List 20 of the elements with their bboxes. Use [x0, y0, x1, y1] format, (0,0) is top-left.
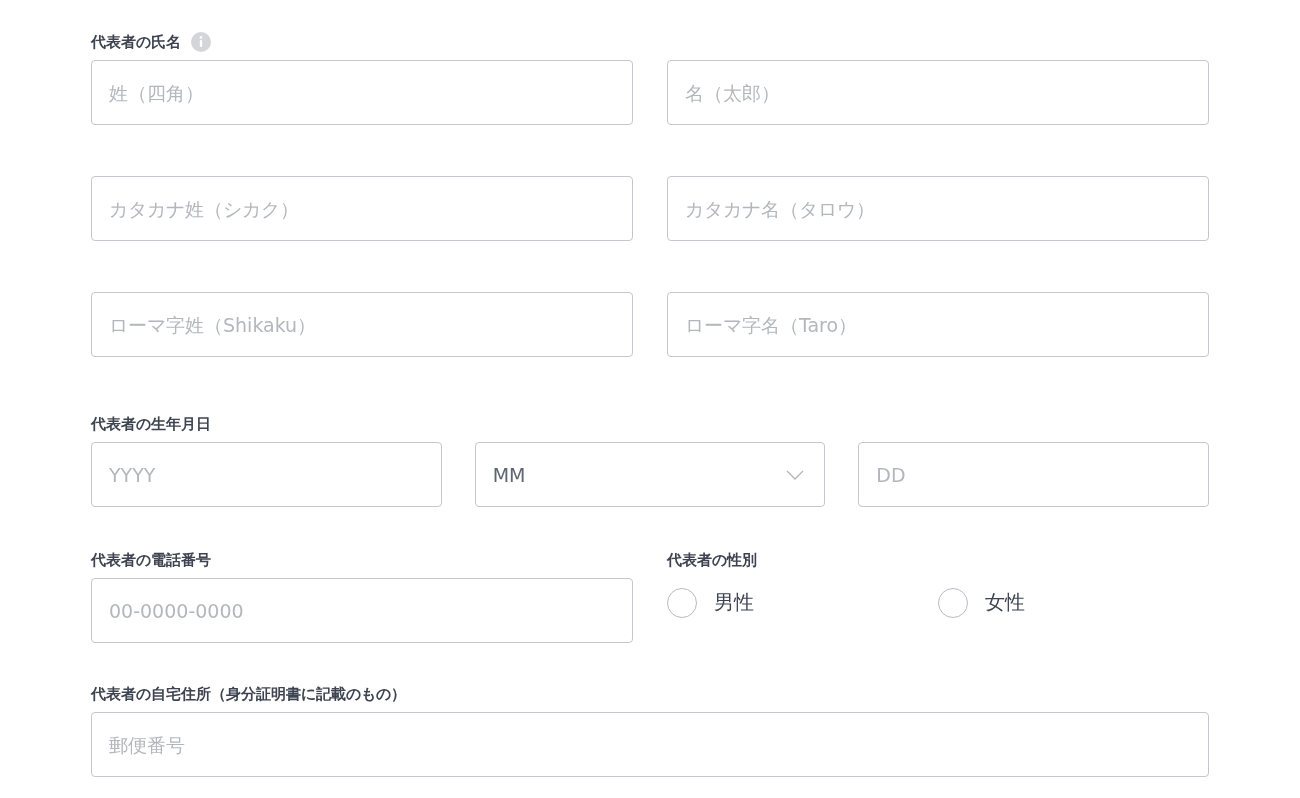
option-label[interactable]: 男性: [714, 589, 754, 616]
section-label: 代表者の氏名: [91, 32, 181, 52]
year-field[interactable]: YYYY: [91, 442, 442, 507]
text-field[interactable]: カタカナ名（タロウ）: [667, 176, 1209, 241]
section-label: 代表者の自宅住所（身分証明書に記載のもの）: [91, 685, 406, 704]
month-select[interactable]: MM: [474, 442, 826, 507]
day-field[interactable]: DD: [858, 442, 1209, 507]
text-field[interactable]: 姓（四角）: [91, 60, 633, 125]
text-field[interactable]: ローマ字姓（Shikaku）: [91, 292, 633, 357]
text-field[interactable]: カタカナ姓（シカク）: [91, 176, 633, 241]
chevron-down-icon: [786, 469, 805, 480]
text-field[interactable]: 名（太郎）: [667, 60, 1209, 125]
section-label: 代表者の性別: [667, 551, 757, 570]
phone-field[interactable]: 00-0000-0000: [91, 578, 633, 643]
option-label[interactable]: 女性: [985, 589, 1025, 616]
postal-code-field[interactable]: 郵便番号: [91, 712, 1209, 777]
info-icon[interactable]: [191, 32, 211, 52]
section-label: 代表者の電話番号: [91, 551, 211, 570]
section-label: 代表者の生年月日: [91, 415, 211, 434]
text-field[interactable]: ローマ字名（Taro）: [667, 292, 1209, 357]
